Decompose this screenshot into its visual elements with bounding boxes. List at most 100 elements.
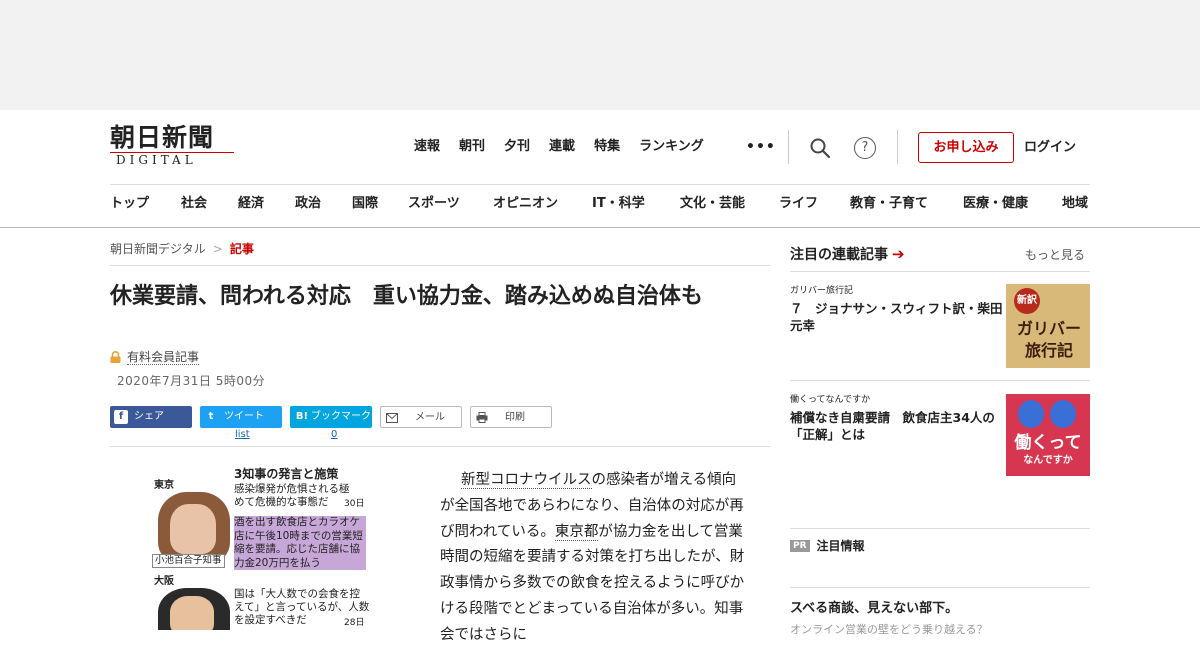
photo-day2: 28日 (344, 618, 365, 628)
sidebar-item-title[interactable]: ７ ジョナサン・スウィフト訳・柴田元幸 (790, 300, 1005, 334)
top-nav: 速報 朝刊 夕刊 連載 特集 ランキング (414, 137, 723, 159)
promo-subtitle[interactable]: オンライン営業の壁をどう乗り越える？ (790, 622, 988, 638)
arrow-right-icon: ➔ (892, 245, 905, 263)
print-icon (475, 411, 489, 425)
section-nav-economy[interactable]: 経済 (238, 194, 264, 214)
more-icon[interactable]: ••• (746, 137, 776, 157)
print-label: 印刷 (505, 412, 525, 423)
pr-badge: PR (790, 540, 810, 552)
photo-name-koike: 小池百合子知事 (152, 554, 225, 568)
section-nav-sports[interactable]: スポーツ (408, 194, 460, 214)
sidebar-heading-label: 注目の連載記事 (790, 247, 888, 263)
gulliver-thumb-text: ガリバー旅行記 (1016, 319, 1081, 360)
article-title: 休業要請、問われる対応 重い協力金、踏み込めぬ自治体も (110, 284, 703, 309)
twitter-count[interactable]: list (235, 429, 250, 441)
help-icon[interactable]: ? (854, 137, 876, 159)
photo-quote2-line3: を設定すべきだ (234, 614, 307, 626)
twitter-share-label: ツイート (224, 411, 264, 422)
sidebar-heading[interactable]: 注目の連載記事 ➔ (790, 244, 905, 265)
facebook-icon: f (114, 410, 128, 424)
logo-digital: DIGITAL (110, 152, 234, 167)
sidebar-divider (790, 380, 1090, 381)
site-header: 朝日新聞 DIGITAL 速報 朝刊 夕刊 連載 特集 ランキング ••• ? … (0, 110, 1200, 228)
photo-city-tokyo: 東京 (154, 480, 174, 491)
body-link-tokyo[interactable]: 東京都 (554, 523, 599, 541)
photo-highlight1: 酒を出す飲食店とカラオケ店に午後10時までの営業短縮を要請。応じた店舗に協力金2… (234, 516, 366, 570)
breadcrumb: 朝日新聞デジタル > 記事 (110, 240, 254, 258)
photo-quote2-line1: 国は「大人数での会食を控 (234, 588, 360, 600)
sidebar-thumb-hataraku[interactable]: 働くって なんですか (1006, 394, 1090, 476)
article-body: 新型コロナウイルスの感染者が増える傾向が全国各地であらわになり、自治体の対応が再… (440, 468, 746, 649)
section-nav-education[interactable]: 教育・子育て (850, 194, 928, 214)
section-nav-medical[interactable]: 医療・健康 (963, 194, 1028, 214)
sidebar-divider (790, 587, 1090, 588)
sidebar-thumb-gulliver[interactable]: 新訳 ガリバー旅行記 (1006, 284, 1090, 368)
hatena-count[interactable]: 0 (331, 429, 337, 441)
photo-quote1-line1: 感染爆発が危惧される極 (234, 483, 350, 495)
section-nav-politics[interactable]: 政治 (295, 194, 321, 214)
mail-icon (385, 411, 399, 425)
article-photo[interactable]: 3知事の発言と施策 東京 小池百合子知事 感染爆発が危惧される極 めて危機的な事… (150, 466, 372, 630)
twitter-icon: t (208, 411, 214, 422)
share-divider (110, 446, 770, 447)
body-link-coronavirus[interactable]: 新型コロナウイルス (461, 472, 592, 489)
facebook-share-label: シェア (134, 411, 164, 422)
sidebar-item-title[interactable]: 補償なき自粛要請 飲食店主34人の「正解」とは (790, 409, 1005, 443)
sidebar-more-link[interactable]: もっと見る (1025, 246, 1085, 264)
photo-quote2-line2: えて」と言っているが、人数 (234, 601, 370, 613)
member-article-label[interactable]: 有料会員記事 (127, 350, 200, 365)
portrait-yoshimura-face (170, 596, 214, 630)
login-link[interactable]: ログイン (1024, 138, 1076, 158)
sidebar-item-category[interactable]: ガリバー旅行記 (790, 284, 853, 298)
section-nav: トップ 社会 経済 政治 国際 スポーツ オピニオン IT・科学 文化・芸能 ラ… (110, 194, 1100, 216)
illustration-person-1 (1018, 400, 1044, 428)
header-divider (897, 130, 898, 164)
hataraku-thumb-sub: なんですか (1023, 455, 1073, 466)
member-article-badge: 有料会員記事 (110, 348, 200, 366)
new-translation-badge: 新訳 (1014, 288, 1040, 314)
subscribe-button[interactable]: お申し込み (918, 132, 1014, 163)
section-nav-culture[interactable]: 文化・芸能 (680, 194, 745, 214)
section-nav-international[interactable]: 国際 (352, 194, 378, 214)
section-nav-region[interactable]: 地域 (1062, 194, 1088, 214)
facebook-share-button[interactable]: f シェア (110, 406, 192, 428)
portrait-koike-face (170, 504, 216, 554)
top-nav-item-sokuho[interactable]: 速報 (414, 137, 440, 159)
mail-share-button[interactable]: メール (380, 406, 462, 428)
photo-quote1-line2: めて危機的な事態だ (234, 496, 329, 508)
search-icon[interactable] (809, 137, 831, 159)
hataraku-thumb-text: 働くって (1014, 433, 1082, 453)
promo-title[interactable]: スベる商談、見えない部下。 (790, 600, 958, 618)
breadcrumb-home[interactable]: 朝日新聞デジタル (110, 242, 206, 256)
photo-city-osaka: 大阪 (154, 576, 174, 587)
top-nav-item-chokan[interactable]: 朝刊 (459, 137, 485, 159)
top-nav-item-rensai[interactable]: 連載 (549, 137, 575, 159)
header-divider (788, 130, 789, 164)
subnav-divider (110, 184, 1090, 185)
ad-banner-area (0, 0, 1200, 110)
top-nav-item-tokushu[interactable]: 特集 (594, 137, 620, 159)
photo-day1: 30日 (344, 499, 365, 509)
top-nav-item-ranking[interactable]: ランキング (639, 137, 704, 159)
hatena-icon: B! (295, 411, 309, 422)
photo-caption-title: 3知事の発言と施策 (234, 467, 339, 481)
mail-share-label: メール (415, 412, 445, 423)
sidebar-item-category[interactable]: 働くってなんですか (790, 393, 870, 407)
section-nav-opinion[interactable]: オピニオン (493, 194, 558, 214)
print-button[interactable]: 印刷 (470, 406, 552, 428)
pr-section: PR 注目情報 (790, 537, 865, 555)
asahi-logo[interactable]: 朝日新聞 DIGITAL (110, 124, 240, 170)
section-nav-top[interactable]: トップ (110, 194, 149, 214)
top-nav-item-yukan[interactable]: 夕刊 (504, 137, 530, 159)
twitter-share-button[interactable]: t ツイート (200, 406, 282, 428)
breadcrumb-current: 記事 (229, 242, 254, 256)
breadcrumb-separator: > (212, 242, 223, 256)
section-nav-society[interactable]: 社会 (181, 194, 207, 214)
pr-label: 注目情報 (816, 539, 865, 553)
section-nav-it-science[interactable]: IT・科学 (592, 194, 645, 214)
hatena-bookmark-button[interactable]: B! ブックマーク (290, 406, 372, 428)
logo-kanji: 朝日新聞 (110, 123, 215, 152)
illustration-person-2 (1050, 400, 1076, 428)
section-nav-life[interactable]: ライフ (779, 194, 818, 214)
hatena-bookmark-label: ブックマーク (311, 411, 371, 422)
